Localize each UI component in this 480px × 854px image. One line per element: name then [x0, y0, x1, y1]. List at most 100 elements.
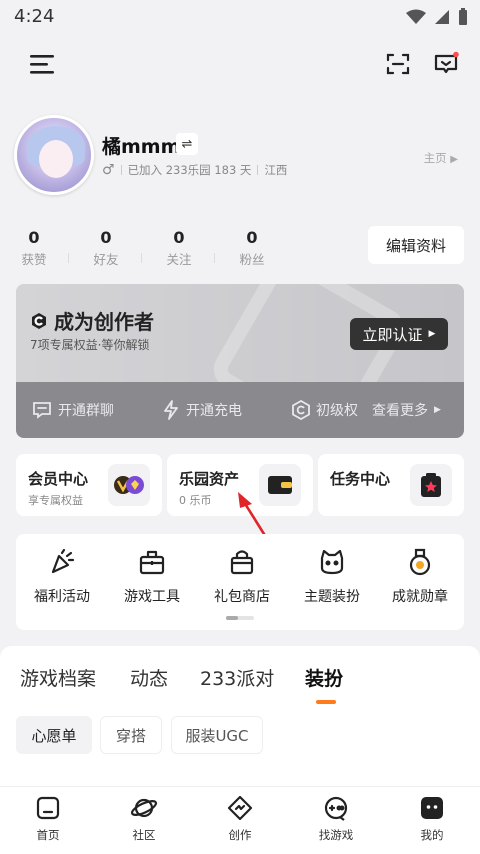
chip-clothing-ugc[interactable]: 服装UGC — [171, 716, 263, 754]
card-title: 任务中心 — [330, 470, 391, 488]
chip-wishlist[interactable]: 心愿单 — [16, 716, 92, 754]
messages-button[interactable] — [426, 44, 466, 84]
perk-group-chat: 开通群聊 — [32, 400, 114, 420]
stat-followers[interactable]: 0 粉丝 — [222, 228, 282, 268]
stat-value: 0 — [246, 228, 258, 247]
username: 橘mmm — [102, 136, 181, 158]
scan-button[interactable] — [378, 44, 418, 84]
verify-label: 立即认证 — [362, 325, 423, 344]
tool-gift-store[interactable]: 礼包商店 — [200, 548, 284, 606]
perk-label: 初级权 — [316, 403, 358, 419]
stat-label: 获赞 — [21, 252, 47, 267]
stat-value: 0 — [100, 228, 112, 247]
view-more-link[interactable]: 查看更多 ▶ — [372, 400, 441, 420]
bottom-nav: 首页 社区 创作 找游戏 我的 — [0, 786, 480, 854]
toolbox-icon — [139, 550, 165, 575]
tool-label: 礼包商店 — [214, 589, 270, 605]
home-icon — [36, 796, 60, 820]
member-center-card[interactable]: 会员中心 享专属权益 — [16, 454, 162, 516]
stat-divider — [68, 253, 69, 263]
planet-icon — [130, 798, 158, 818]
swap-arrows-icon: ⇌ — [181, 136, 193, 152]
medal-icon — [409, 548, 431, 576]
banner-subtitle: 7项专属权益·等你解锁 — [30, 338, 150, 352]
stat-friends[interactable]: 0 好友 — [76, 228, 136, 268]
vip-badge-icon — [114, 476, 144, 494]
lightning-icon — [164, 400, 178, 420]
stat-label: 关注 — [166, 252, 192, 267]
tool-achievement-medals[interactable]: 成就勋章 — [378, 548, 462, 606]
tools-page-indicator — [226, 616, 254, 620]
home-page-link[interactable]: 主页 ▶ — [424, 150, 458, 166]
card-icon-wrap — [108, 464, 150, 506]
status-time: 4:24 — [14, 6, 55, 27]
task-center-card[interactable]: 任务中心 — [318, 454, 464, 516]
avatar-face — [39, 140, 73, 178]
profile-face-icon — [421, 797, 443, 819]
chevron-right-icon: ▶ — [434, 405, 441, 415]
tools-grid: 福利活动 游戏工具 礼包商店 主题装扮 成就勋章 — [16, 534, 464, 630]
card-icon-wrap — [410, 464, 452, 506]
nav-label: 社区 — [132, 828, 156, 842]
stat-likes[interactable]: 0 获赞 — [4, 228, 64, 268]
gender-icon: ♂ — [102, 162, 115, 178]
page-indicator-active — [226, 616, 238, 620]
cat-face-icon — [320, 549, 344, 575]
stat-value: 0 — [173, 228, 185, 247]
nav-create[interactable]: 创作 — [205, 795, 275, 843]
tab-game-archive[interactable]: 游戏档案 — [20, 664, 96, 691]
status-bar: 4:24 — [0, 0, 480, 34]
tab-233-party[interactable]: 233派对 — [200, 664, 274, 691]
card-title: 乐园资产 — [179, 470, 240, 488]
nav-community[interactable]: 社区 — [109, 795, 179, 843]
nav-label: 我的 — [420, 828, 444, 842]
scan-icon — [386, 53, 410, 75]
chip-outfits[interactable]: 穿搭 — [100, 716, 162, 754]
banner-title: 成为创作者 — [30, 306, 154, 335]
location-text: 江西 — [264, 163, 288, 177]
signal-icon — [435, 10, 449, 24]
message-icon — [434, 51, 459, 74]
party-popper-icon — [51, 548, 75, 574]
tool-game-tools[interactable]: 游戏工具 — [110, 548, 194, 606]
tab-dressup[interactable]: 装扮 — [305, 664, 343, 691]
banner-title-text: 成为创作者 — [54, 310, 154, 334]
card-title: 会员中心 — [28, 470, 89, 488]
wifi-icon — [406, 9, 426, 24]
chat-icon — [33, 402, 51, 419]
creator-banner[interactable]: 成为创作者 7项专属权益·等你解锁 立即认证 ▶ 开通群聊 开通充电 初级权 查… — [16, 284, 464, 438]
nav-label: 创作 — [228, 828, 252, 842]
tool-label: 福利活动 — [34, 589, 90, 605]
tool-label: 成就勋章 — [392, 589, 448, 605]
nav-home[interactable]: 首页 — [13, 795, 83, 843]
nav-mine[interactable]: 我的 — [397, 795, 467, 843]
tab-feed[interactable]: 动态 — [130, 664, 168, 691]
tool-label: 游戏工具 — [124, 589, 180, 605]
tool-theme-dressup[interactable]: 主题装扮 — [290, 548, 374, 606]
perk-charging: 开通充电 — [162, 400, 242, 420]
stat-following[interactable]: 0 关注 — [149, 228, 209, 268]
stat-divider — [214, 253, 215, 263]
stat-label: 粉丝 — [239, 252, 265, 267]
tool-welfare[interactable]: 福利活动 — [20, 548, 104, 606]
avatar[interactable] — [14, 115, 94, 195]
joined-text: 已加入 233乐园 183 天 — [127, 163, 252, 177]
home-link-label: 主页 — [423, 151, 447, 165]
battery-icon — [459, 8, 467, 25]
stat-divider — [141, 253, 142, 263]
menu-button[interactable] — [22, 44, 62, 84]
nav-find-games[interactable]: 找游戏 — [301, 795, 371, 843]
edit-profile-button[interactable]: 编辑资料 — [368, 226, 464, 264]
task-star-icon — [421, 473, 441, 497]
meta-divider — [257, 165, 259, 175]
create-icon — [227, 795, 253, 821]
tool-label: 主题装扮 — [304, 589, 360, 605]
switch-account-button[interactable]: ⇌ — [176, 133, 198, 155]
profile-meta: ♂ 已加入 233乐园 183 天 江西 — [102, 162, 287, 178]
verify-now-button[interactable]: 立即认证 ▶ — [350, 318, 448, 350]
content-section: 游戏档案 动态 233派对 装扮 心愿单 穿搭 服装UGC — [0, 646, 480, 786]
nav-label: 首页 — [36, 828, 60, 842]
chevron-right-icon: ▶ — [450, 154, 458, 165]
banner-perks: 开通群聊 开通充电 初级权 查看更多 ▶ — [16, 382, 464, 438]
active-tab-underline — [316, 700, 336, 704]
